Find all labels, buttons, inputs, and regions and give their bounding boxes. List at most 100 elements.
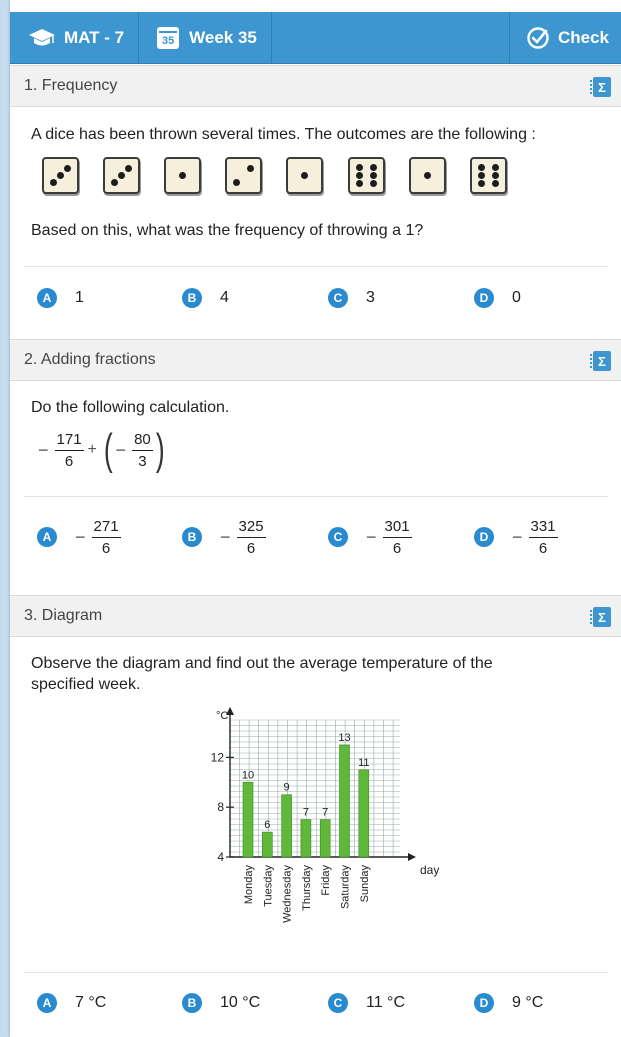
answer-value: 10 °C — [220, 994, 261, 1011]
fraction: 331 6 — [528, 517, 558, 557]
die-pip — [57, 172, 64, 179]
die-face-3 — [103, 157, 140, 194]
die-pip — [491, 163, 499, 171]
week-label: Week 35 — [189, 27, 257, 47]
die-face-1 — [286, 157, 323, 194]
q3-prompt-line1: Observe the diagram and find out the ave… — [31, 655, 493, 672]
die-pip — [356, 163, 364, 171]
y-tick-label: 8 — [217, 800, 224, 814]
bar-sunday — [358, 769, 370, 858]
bar-wednesday — [281, 794, 292, 858]
q2-expression: − 171 6 + ( − 80 3 ) — [38, 428, 167, 472]
answer-letter: C — [328, 288, 348, 308]
y-tick-label: 4 — [217, 850, 224, 864]
q1-answer-a[interactable]: A 1 — [37, 283, 84, 313]
x-axis-arrow — [408, 853, 416, 861]
q1-answer-c[interactable]: C 3 — [328, 283, 375, 313]
die-face-2 — [225, 157, 262, 194]
dice-row — [42, 157, 522, 197]
category-label: Thursday — [301, 865, 313, 911]
category-label: Friday — [320, 865, 332, 896]
die-face-6 — [470, 157, 507, 194]
q3-answer-d[interactable]: D 9 °C — [474, 988, 543, 1018]
x-axis-label: days — [420, 863, 440, 877]
fraction: 325 6 — [236, 517, 266, 557]
q1-question: Based on this, what was the frequency of… — [31, 222, 424, 239]
q1-answers: A 1 B 4 C 3 D 0 — [26, 283, 616, 313]
answer-value: 3 — [366, 289, 375, 306]
calendar-icon: 35 — [157, 26, 180, 49]
answer-value: 0 — [512, 289, 521, 306]
answer-value: 9 °C — [512, 994, 544, 1011]
minus-sign: − — [38, 439, 49, 460]
y-tick-label: 12 — [211, 750, 225, 764]
right-paren: ) — [155, 425, 165, 474]
plus-sign: + — [87, 441, 97, 458]
die-pip — [118, 172, 125, 179]
die-pip — [369, 172, 377, 179]
q2-answer-d[interactable]: D − 331 6 — [474, 515, 558, 559]
die-face-3 — [42, 157, 79, 194]
die-pip — [369, 180, 377, 188]
bar-tuesday — [261, 831, 273, 858]
q3-answer-b[interactable]: B 10 °C — [182, 988, 260, 1018]
divider — [24, 266, 608, 267]
die-pip — [356, 172, 364, 179]
answer-value: 1 — [75, 289, 84, 306]
die-pip — [49, 179, 57, 187]
week-selector[interactable]: 35 Week 35 — [139, 12, 272, 63]
fraction: 271 6 — [91, 517, 121, 557]
divider — [24, 972, 608, 973]
answer-letter: C — [328, 993, 348, 1013]
answer-letter: B — [182, 993, 202, 1013]
check-circle-icon — [527, 26, 549, 49]
divider — [24, 496, 608, 497]
bar-value-label: 10 — [242, 769, 254, 781]
bar-value-label: 7 — [322, 807, 328, 819]
q1-answer-b[interactable]: B 4 — [182, 283, 229, 313]
q1-title: 1. Frequency — [24, 77, 118, 94]
die-pip — [478, 163, 486, 171]
q1-answer-d[interactable]: D 0 — [474, 283, 521, 313]
category-label: Wednesday — [282, 865, 294, 923]
die-face-6 — [348, 157, 385, 194]
bar-friday — [319, 819, 331, 858]
check-label: Check — [557, 27, 609, 47]
q2-answer-c[interactable]: C − 301 6 — [328, 515, 412, 559]
answer-value: 4 — [220, 289, 229, 306]
q3-answers: A 7 °C B 10 °C C 11 °C D 9 °C — [26, 988, 616, 1018]
bar-monday — [242, 781, 254, 858]
die-pip — [246, 165, 254, 173]
q2-title: 2. Adding fractions — [24, 351, 156, 368]
temperature-chart: °C days 4 8 12 10 Monday 6 Tuesday 9 Wednesday 7 Thu… — [211, 707, 440, 923]
q3-answer-a[interactable]: A 7 °C — [37, 988, 106, 1018]
formula-book-icon[interactable]: Σ — [590, 77, 611, 97]
q2-answer-a[interactable]: A − 271 6 — [37, 515, 121, 559]
formula-book-icon[interactable]: Σ — [590, 351, 611, 371]
subject-selector[interactable]: MAT - 7 — [10, 12, 140, 63]
die-pip — [478, 172, 486, 179]
die-pip — [301, 172, 308, 179]
category-label: Monday — [243, 865, 255, 905]
top-bar: MAT - 7 35 Week 35 Check — [10, 12, 621, 64]
die-pip — [491, 172, 499, 179]
q3-title: 3. Diagram — [24, 607, 103, 624]
q3-answer-c[interactable]: C 11 °C — [328, 988, 405, 1018]
die-pip — [478, 180, 486, 188]
answer-letter: D — [474, 527, 494, 547]
bar-saturday — [339, 744, 350, 858]
subject-label: MAT - 7 — [64, 27, 125, 47]
q2-header: 2. Adding fractions Σ — [10, 339, 621, 381]
q2-answer-b[interactable]: B − 325 6 — [182, 515, 266, 559]
die-pip — [424, 172, 431, 179]
bar-thursday — [300, 819, 312, 858]
bar-value-label: 11 — [358, 757, 369, 769]
answer-letter: A — [37, 288, 57, 308]
answer-value: 7 °C — [75, 994, 107, 1011]
category-label: Tuesday — [262, 865, 274, 907]
die-pip — [125, 164, 133, 172]
die-pip — [64, 164, 72, 172]
formula-book-icon[interactable]: Σ — [590, 607, 611, 627]
check-button[interactable]: Check — [508, 12, 621, 63]
answer-letter: B — [182, 288, 202, 308]
